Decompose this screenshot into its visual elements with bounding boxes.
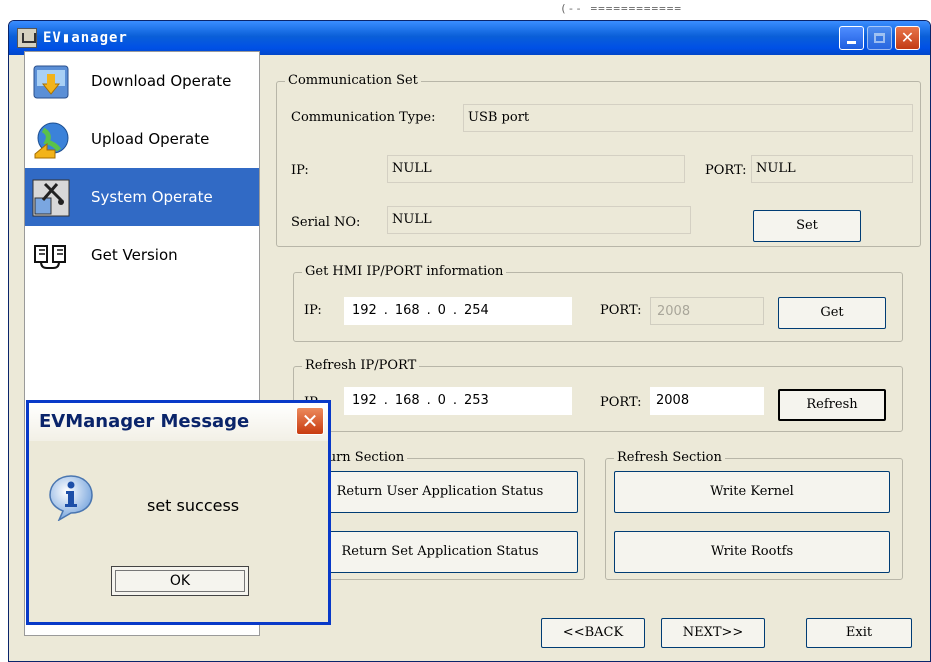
next-button[interactable]: NEXT>> xyxy=(661,618,765,648)
refresh-port-input[interactable]: 2008 xyxy=(650,387,764,415)
background-text-fragment: (-- ============ xyxy=(560,2,682,15)
return-set-app-status-button[interactable]: Return Set Application Status xyxy=(302,531,578,573)
ip-octet: 254 xyxy=(463,303,489,318)
communication-type-label: Communication Type: xyxy=(291,110,436,125)
maximize-icon xyxy=(874,33,885,43)
ip-label: IP: xyxy=(291,163,309,178)
get-hmi-group: Get HMI IP/PORT information IP: 192. 168.… xyxy=(293,264,903,342)
message-title: EVManager Message xyxy=(39,411,250,432)
title-bar[interactable]: EV▮anager ✕ xyxy=(9,21,930,55)
refresh-section-group: Refresh Section Write Kernel Write Rootf… xyxy=(605,450,903,580)
port-label: PORT: xyxy=(600,395,642,410)
refresh-ip-input[interactable]: 192. 168. 0. 253 xyxy=(344,387,572,415)
sidebar-item-label: Upload Operate xyxy=(91,130,210,148)
set-button[interactable]: Set xyxy=(753,210,861,242)
ip-octet: 192 xyxy=(352,393,377,408)
ip-octet: 0 xyxy=(437,303,446,318)
sidebar-item-label: Download Operate xyxy=(91,72,232,90)
message-text: set success xyxy=(147,496,240,515)
ip-octet: 0 xyxy=(437,393,446,408)
upload-globe-icon xyxy=(34,122,69,159)
ip-value: NULL xyxy=(387,155,685,183)
minimize-button[interactable] xyxy=(839,26,864,50)
serial-label: Serial NO: xyxy=(291,215,361,230)
download-icon xyxy=(33,65,69,99)
sidebar-item-version[interactable]: Get Version xyxy=(25,226,259,284)
ip-octet: 253 xyxy=(463,393,489,408)
port-label: PORT: xyxy=(705,163,747,178)
get-button[interactable]: Get xyxy=(778,297,886,329)
port-label: PORT: xyxy=(600,303,642,318)
ip-label: IP: xyxy=(304,303,322,318)
close-icon: ✕ xyxy=(900,28,915,47)
write-rootfs-button[interactable]: Write Rootfs xyxy=(614,531,890,573)
version-icon xyxy=(34,245,66,269)
background-strip: (-- ============ xyxy=(0,0,931,20)
hmi-ip-input[interactable]: 192. 168. 0. 254 xyxy=(344,297,572,325)
window-title: EV▮anager xyxy=(43,30,128,46)
exit-button[interactable]: Exit xyxy=(806,618,912,648)
ip-octet: 192 xyxy=(352,303,377,318)
maximize-button[interactable] xyxy=(867,26,892,50)
message-close-button[interactable]: ✕ xyxy=(296,407,324,435)
ok-button[interactable]: OK xyxy=(111,566,249,596)
minimize-icon xyxy=(847,41,856,44)
ip-octet: 168 xyxy=(394,393,420,408)
hmi-port-input: 2008 xyxy=(650,297,764,325)
message-dialog: EVManager Message ✕ set success OK xyxy=(26,400,331,625)
sidebar-item-download[interactable]: Download Operate xyxy=(25,52,259,110)
group-legend: Communication Set xyxy=(285,73,421,88)
sidebar-item-label: Get Version xyxy=(91,246,178,264)
group-legend: Refresh Section xyxy=(614,450,725,465)
app-icon xyxy=(17,28,37,48)
return-user-app-status-button[interactable]: Return User Application Status xyxy=(302,471,578,513)
close-icon: ✕ xyxy=(301,409,319,433)
message-title-bar[interactable]: EVManager Message ✕ xyxy=(29,403,328,441)
sidebar-item-label: System Operate xyxy=(91,188,213,206)
info-icon xyxy=(49,475,93,521)
back-button[interactable]: <<BACK xyxy=(541,618,645,648)
sidebar-item-system[interactable]: System Operate xyxy=(25,168,259,226)
write-kernel-button[interactable]: Write Kernel xyxy=(614,471,890,513)
group-legend: Refresh IP/PORT xyxy=(302,358,420,373)
group-legend: Get HMI IP/PORT information xyxy=(302,264,507,279)
serial-value: NULL xyxy=(387,206,691,234)
system-tools-icon xyxy=(32,179,70,217)
communication-set-group: Communication Set Communication Type: US… xyxy=(276,73,921,247)
refresh-ip-group: Refresh IP/PORT IP: 192.168.0.253 PORT: … xyxy=(293,358,903,432)
close-button[interactable]: ✕ xyxy=(895,26,920,50)
return-section-group: Return Section Return User Application S… xyxy=(293,450,585,580)
port-value: NULL xyxy=(751,155,913,183)
sidebar-item-upload[interactable]: Upload Operate xyxy=(25,110,259,168)
communication-type-value: USB port xyxy=(463,104,913,132)
ip-octet: 168 xyxy=(394,303,420,318)
refresh-button[interactable]: Refresh xyxy=(778,389,886,421)
